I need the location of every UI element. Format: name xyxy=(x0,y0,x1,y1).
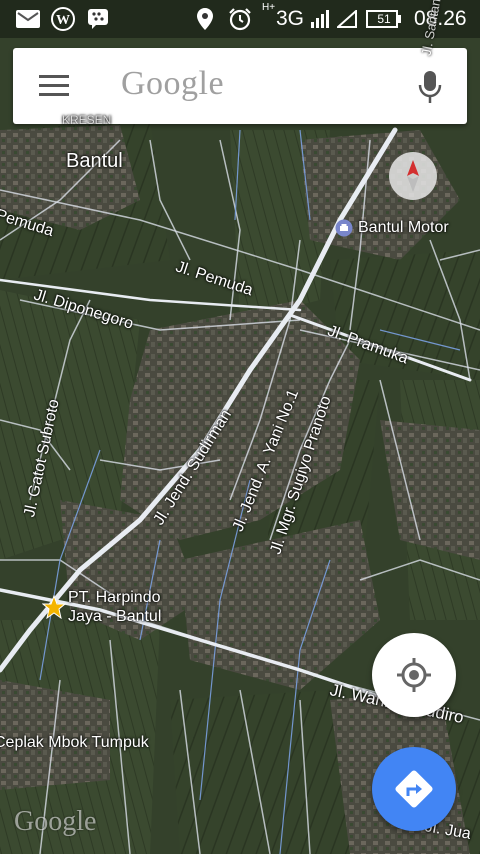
my-location-button[interactable] xyxy=(372,633,456,717)
google-watermark: Google xyxy=(14,806,97,837)
signal-icon xyxy=(309,6,331,32)
status-bar: W H+ 3G 51 08.26 xyxy=(0,0,480,38)
place-label-ceplak[interactable]: Ceplak Mbok Tumpuk xyxy=(0,734,149,752)
directions-button[interactable] xyxy=(372,747,456,831)
place-label-harpindo-line1[interactable]: PT. Harpindo xyxy=(68,589,161,607)
bbm-icon xyxy=(86,6,110,32)
signal-empty-icon xyxy=(336,6,358,32)
compass-icon[interactable] xyxy=(389,152,437,200)
network-type: 3G xyxy=(276,7,305,30)
alarm-icon xyxy=(227,6,253,32)
star-poi-icon[interactable] xyxy=(41,594,67,620)
directions-icon xyxy=(395,770,433,808)
place-label-kresen[interactable]: KRESEN xyxy=(62,113,111,127)
search-input[interactable]: Google xyxy=(121,65,224,103)
gmail-icon xyxy=(14,6,42,32)
place-label-bantul-motor[interactable]: Bantul Motor xyxy=(358,219,449,237)
car-dealer-poi-icon[interactable] xyxy=(335,219,353,237)
menu-icon[interactable] xyxy=(39,75,69,97)
hplus-indicator: H+ xyxy=(262,2,276,13)
svg-text:W: W xyxy=(56,13,70,28)
microphone-icon[interactable] xyxy=(418,70,442,104)
my-location-icon xyxy=(397,658,431,692)
location-icon xyxy=(195,6,215,32)
wordpress-icon: W xyxy=(50,6,76,32)
satellite-map[interactable] xyxy=(0,0,480,854)
battery-level: 51 xyxy=(377,12,391,26)
place-label-harpindo-line2[interactable]: Jaya - Bantul xyxy=(68,608,161,626)
place-label-bantul[interactable]: Bantul xyxy=(66,150,123,173)
